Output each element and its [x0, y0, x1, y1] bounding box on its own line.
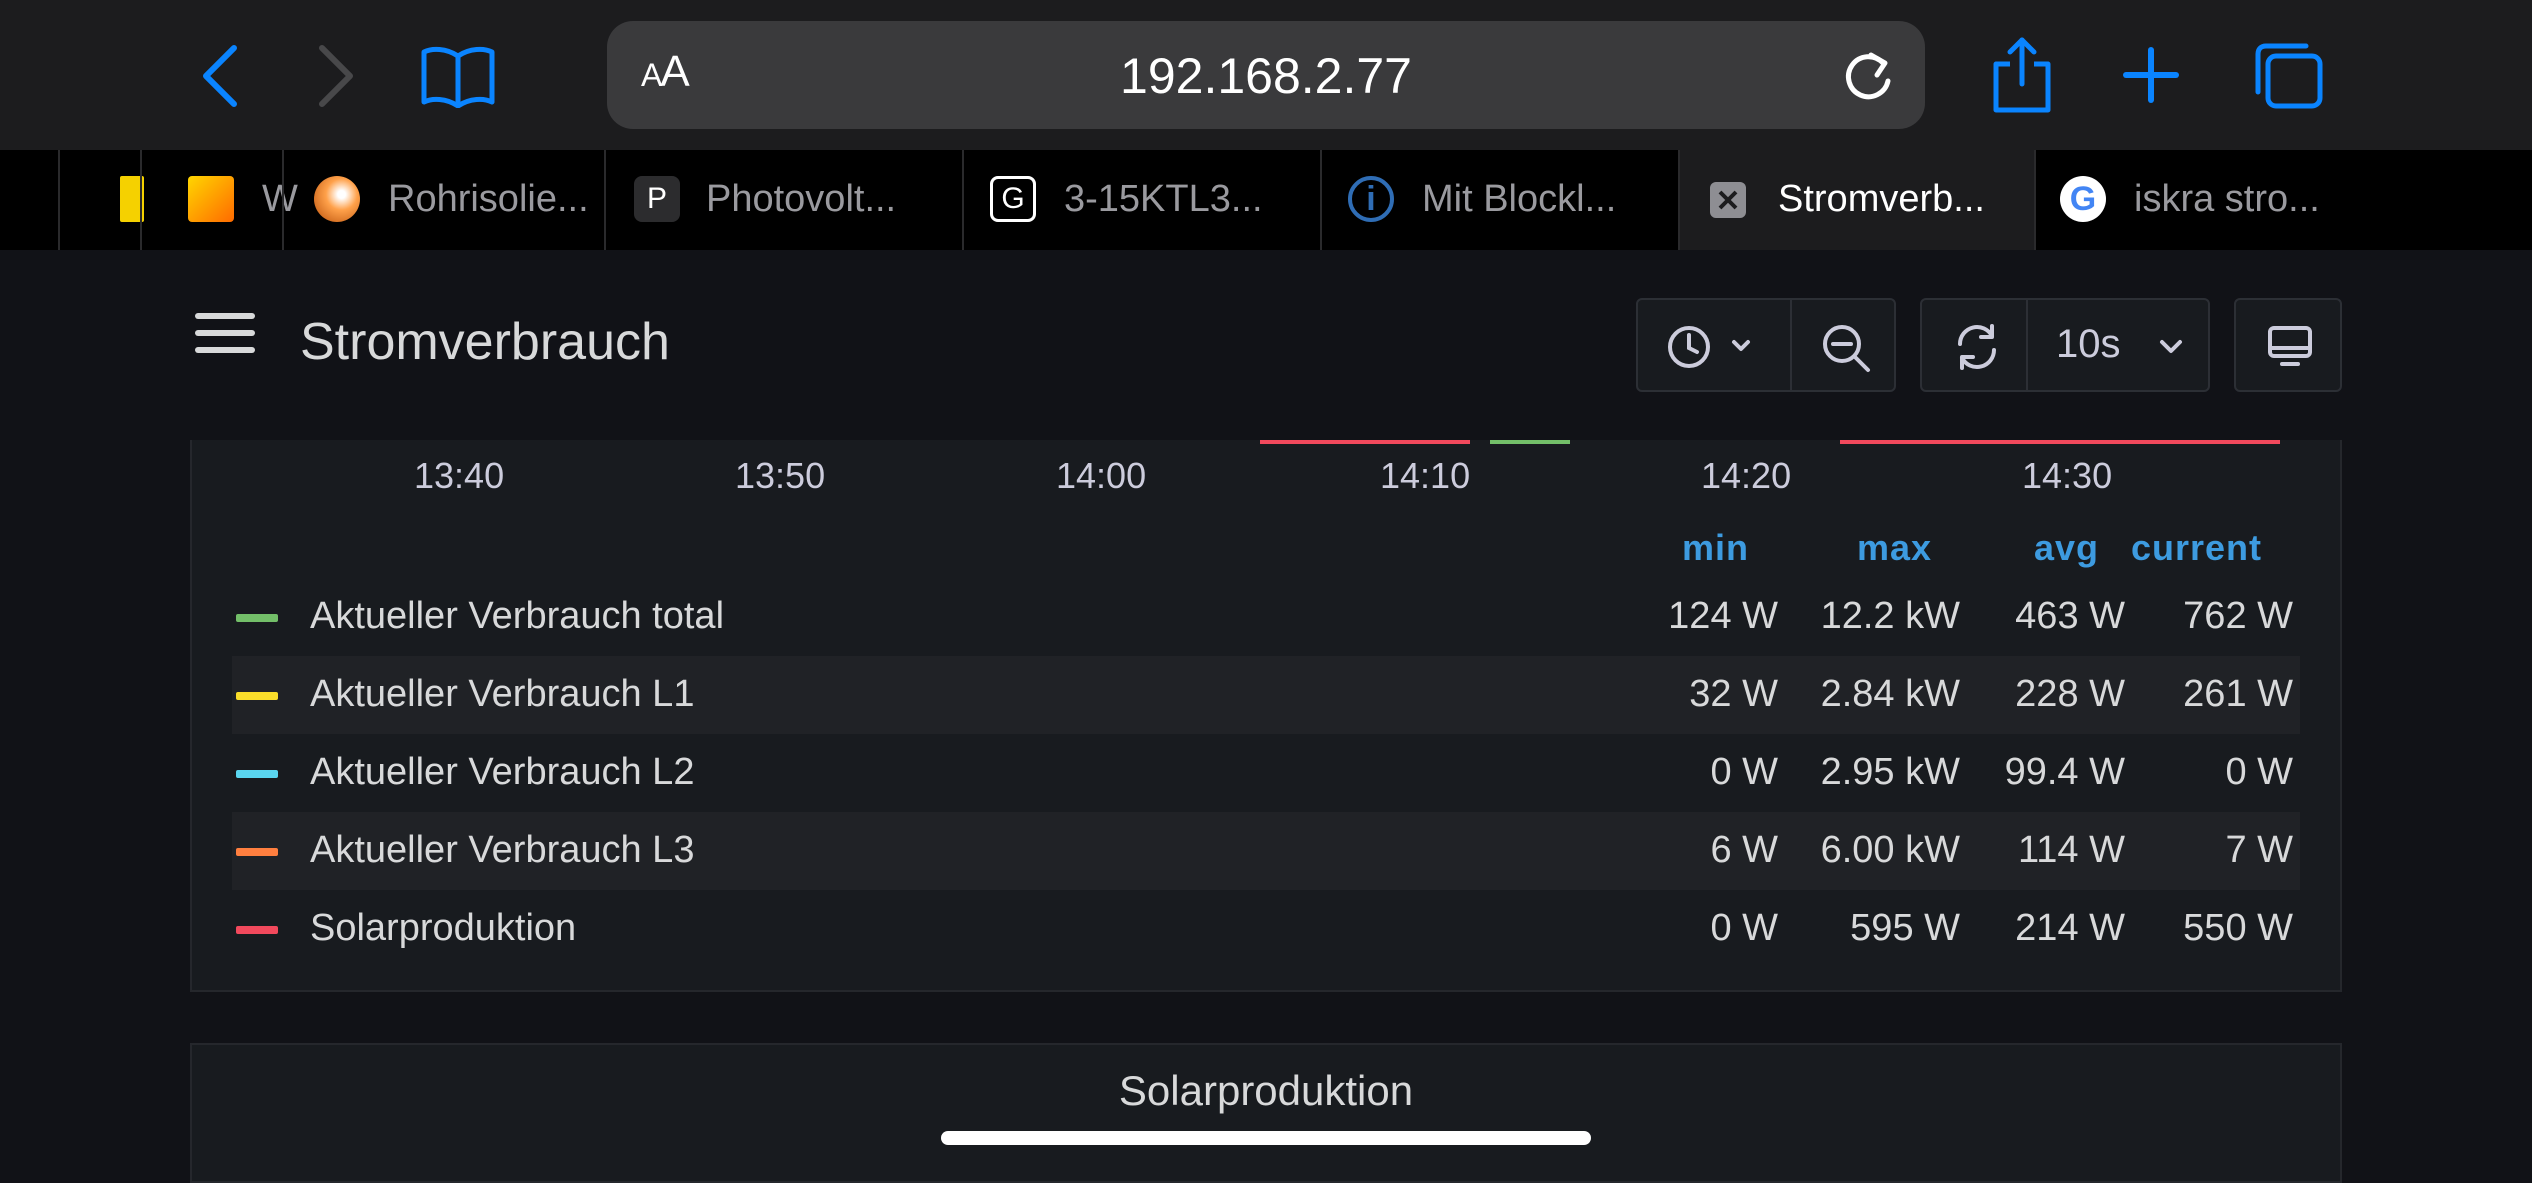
refresh-button[interactable]	[1920, 298, 2028, 392]
refresh-interval-value: 10s	[2056, 322, 2121, 366]
tab-label: Mit Blockl...	[1422, 178, 1617, 220]
series-avg: 214 W	[2015, 907, 2125, 949]
time-picker-button[interactable]	[1636, 298, 1792, 392]
tab-pinned[interactable]	[58, 150, 144, 250]
close-tab-icon[interactable]	[1710, 182, 1746, 218]
google-icon: G	[2060, 176, 2106, 222]
legend-header-max[interactable]: max	[1857, 527, 1932, 569]
tabs-overview-icon[interactable]	[2252, 42, 2324, 110]
series-avg: 114 W	[2017, 829, 2125, 871]
browser-toolbar: AA 192.168.2.77	[0, 0, 2532, 150]
series-color-swatch[interactable]	[236, 692, 278, 700]
series-current: 0 W	[2225, 751, 2293, 793]
chevron-down-icon	[2160, 340, 2182, 353]
tab-rohrisolierung[interactable]: Rohrisolie...	[282, 150, 606, 250]
tab-growatt[interactable]: G 3-15KTL3...	[962, 150, 1320, 250]
favicon-icon: P	[634, 176, 680, 222]
tab-blockl[interactable]: i Mit Blockl...	[1320, 150, 1678, 250]
zoom-out-button[interactable]	[1790, 298, 1896, 392]
tab-label: iskra stro...	[2134, 178, 2320, 220]
tab-w[interactable]: W	[140, 150, 298, 250]
series-max: 2.84 kW	[1820, 673, 1960, 715]
series-avg: 463 W	[2015, 595, 2125, 637]
page-title: Stromverbrauch	[300, 313, 670, 371]
series-current: 261 W	[2183, 673, 2293, 715]
share-icon[interactable]	[1990, 36, 2054, 114]
series-max: 12.2 kW	[1820, 595, 1960, 637]
series-name[interactable]: Solarproduktion	[310, 907, 576, 950]
url-text[interactable]: 192.168.2.77	[607, 47, 1925, 105]
series-color-swatch[interactable]	[236, 848, 278, 856]
tab-iskra[interactable]: G iskra stro...	[2034, 150, 2392, 250]
bookmarks-icon[interactable]	[420, 44, 496, 108]
series-current: 550 W	[2183, 907, 2293, 949]
series-color-swatch[interactable]	[236, 926, 278, 934]
solarproduktion-panel: Solarproduktion	[190, 1043, 2342, 1183]
refresh-icon	[1958, 324, 1996, 370]
series-color-swatch[interactable]	[236, 770, 278, 778]
series-current: 762 W	[2183, 595, 2293, 637]
favicon-icon	[314, 176, 360, 222]
tab-bar: W Rohrisolie... P Photovolt... G 3-15KTL…	[0, 150, 2532, 250]
panel-title[interactable]: Solarproduktion	[192, 1067, 2340, 1115]
favicon-icon: G	[990, 176, 1036, 222]
legend-row[interactable]: Aktueller Verbrauch L1 32 W 2.84 kW 228 …	[232, 656, 2300, 734]
menu-icon[interactable]	[195, 313, 255, 364]
legend-header-avg[interactable]: avg	[2034, 527, 2099, 569]
series-name[interactable]: Aktueller Verbrauch L3	[310, 829, 694, 872]
forward-icon[interactable]	[316, 44, 356, 108]
series-min: 6 W	[1710, 829, 1778, 871]
series-name[interactable]: Aktueller Verbrauch L1	[310, 673, 694, 716]
series-min: 32 W	[1689, 673, 1778, 715]
legend-header-current[interactable]: current	[2131, 527, 2262, 569]
tab-label: 3-15KTL3...	[1064, 178, 1263, 220]
x-axis-tick: 14:30	[2022, 455, 2113, 496]
tab-photovoltaik[interactable]: P Photovolt...	[604, 150, 962, 250]
series-max: 595 W	[1850, 907, 1960, 949]
x-axis-tick: 14:20	[1701, 455, 1792, 496]
legend-row[interactable]: Solarproduktion 0 W 595 W 214 W 550 W	[232, 890, 2300, 968]
x-axis-tick: 14:00	[1056, 455, 1147, 496]
legend-header-min[interactable]: min	[1682, 527, 1749, 569]
tab-label: Rohrisolie...	[388, 178, 589, 220]
series-min: 0 W	[1710, 907, 1778, 949]
series-name[interactable]: Aktueller Verbrauch L2	[310, 751, 694, 794]
series-max: 2.95 kW	[1820, 751, 1960, 793]
legend-row[interactable]: Aktueller Verbrauch total 124 W 12.2 kW …	[232, 578, 2300, 656]
series-avg: 99.4 W	[2004, 751, 2125, 793]
info-icon: i	[1348, 176, 1394, 222]
back-icon[interactable]	[200, 44, 240, 108]
x-axis-tick: 14:10	[1380, 455, 1471, 496]
series-max: 6.00 kW	[1820, 829, 1960, 871]
home-indicator[interactable]	[941, 1131, 1591, 1145]
tab-label: Photovolt...	[706, 178, 897, 220]
series-color-swatch[interactable]	[236, 614, 278, 622]
series-avg: 228 W	[2015, 673, 2125, 715]
tab-label: Stromverb...	[1778, 178, 1985, 220]
tab-stromverbrauch[interactable]: Stromverb...	[1678, 150, 2034, 250]
monitor-icon	[2268, 326, 2312, 366]
series-min: 124 W	[1668, 595, 1778, 637]
legend-row[interactable]: Aktueller Verbrauch L2 0 W 2.95 kW 99.4 …	[232, 734, 2300, 812]
tv-mode-button[interactable]	[2234, 298, 2342, 392]
chart-edge	[200, 440, 2300, 448]
series-current: 7 W	[2225, 829, 2293, 871]
x-axis-tick: 13:40	[414, 455, 505, 496]
reload-icon[interactable]	[1841, 47, 1895, 103]
refresh-interval-picker[interactable]: 10s	[2026, 298, 2210, 392]
x-axis-tick: 13:50	[735, 455, 826, 496]
series-name[interactable]: Aktueller Verbrauch total	[310, 595, 724, 638]
new-tab-icon[interactable]	[2122, 46, 2180, 104]
series-min: 0 W	[1710, 751, 1778, 793]
zoom-out-icon	[1823, 325, 1870, 372]
legend-row[interactable]: Aktueller Verbrauch L3 6 W 6.00 kW 114 W…	[232, 812, 2300, 890]
address-bar[interactable]: AA 192.168.2.77	[607, 21, 1925, 129]
clock-icon	[1668, 326, 1750, 368]
favicon-icon	[188, 176, 234, 222]
